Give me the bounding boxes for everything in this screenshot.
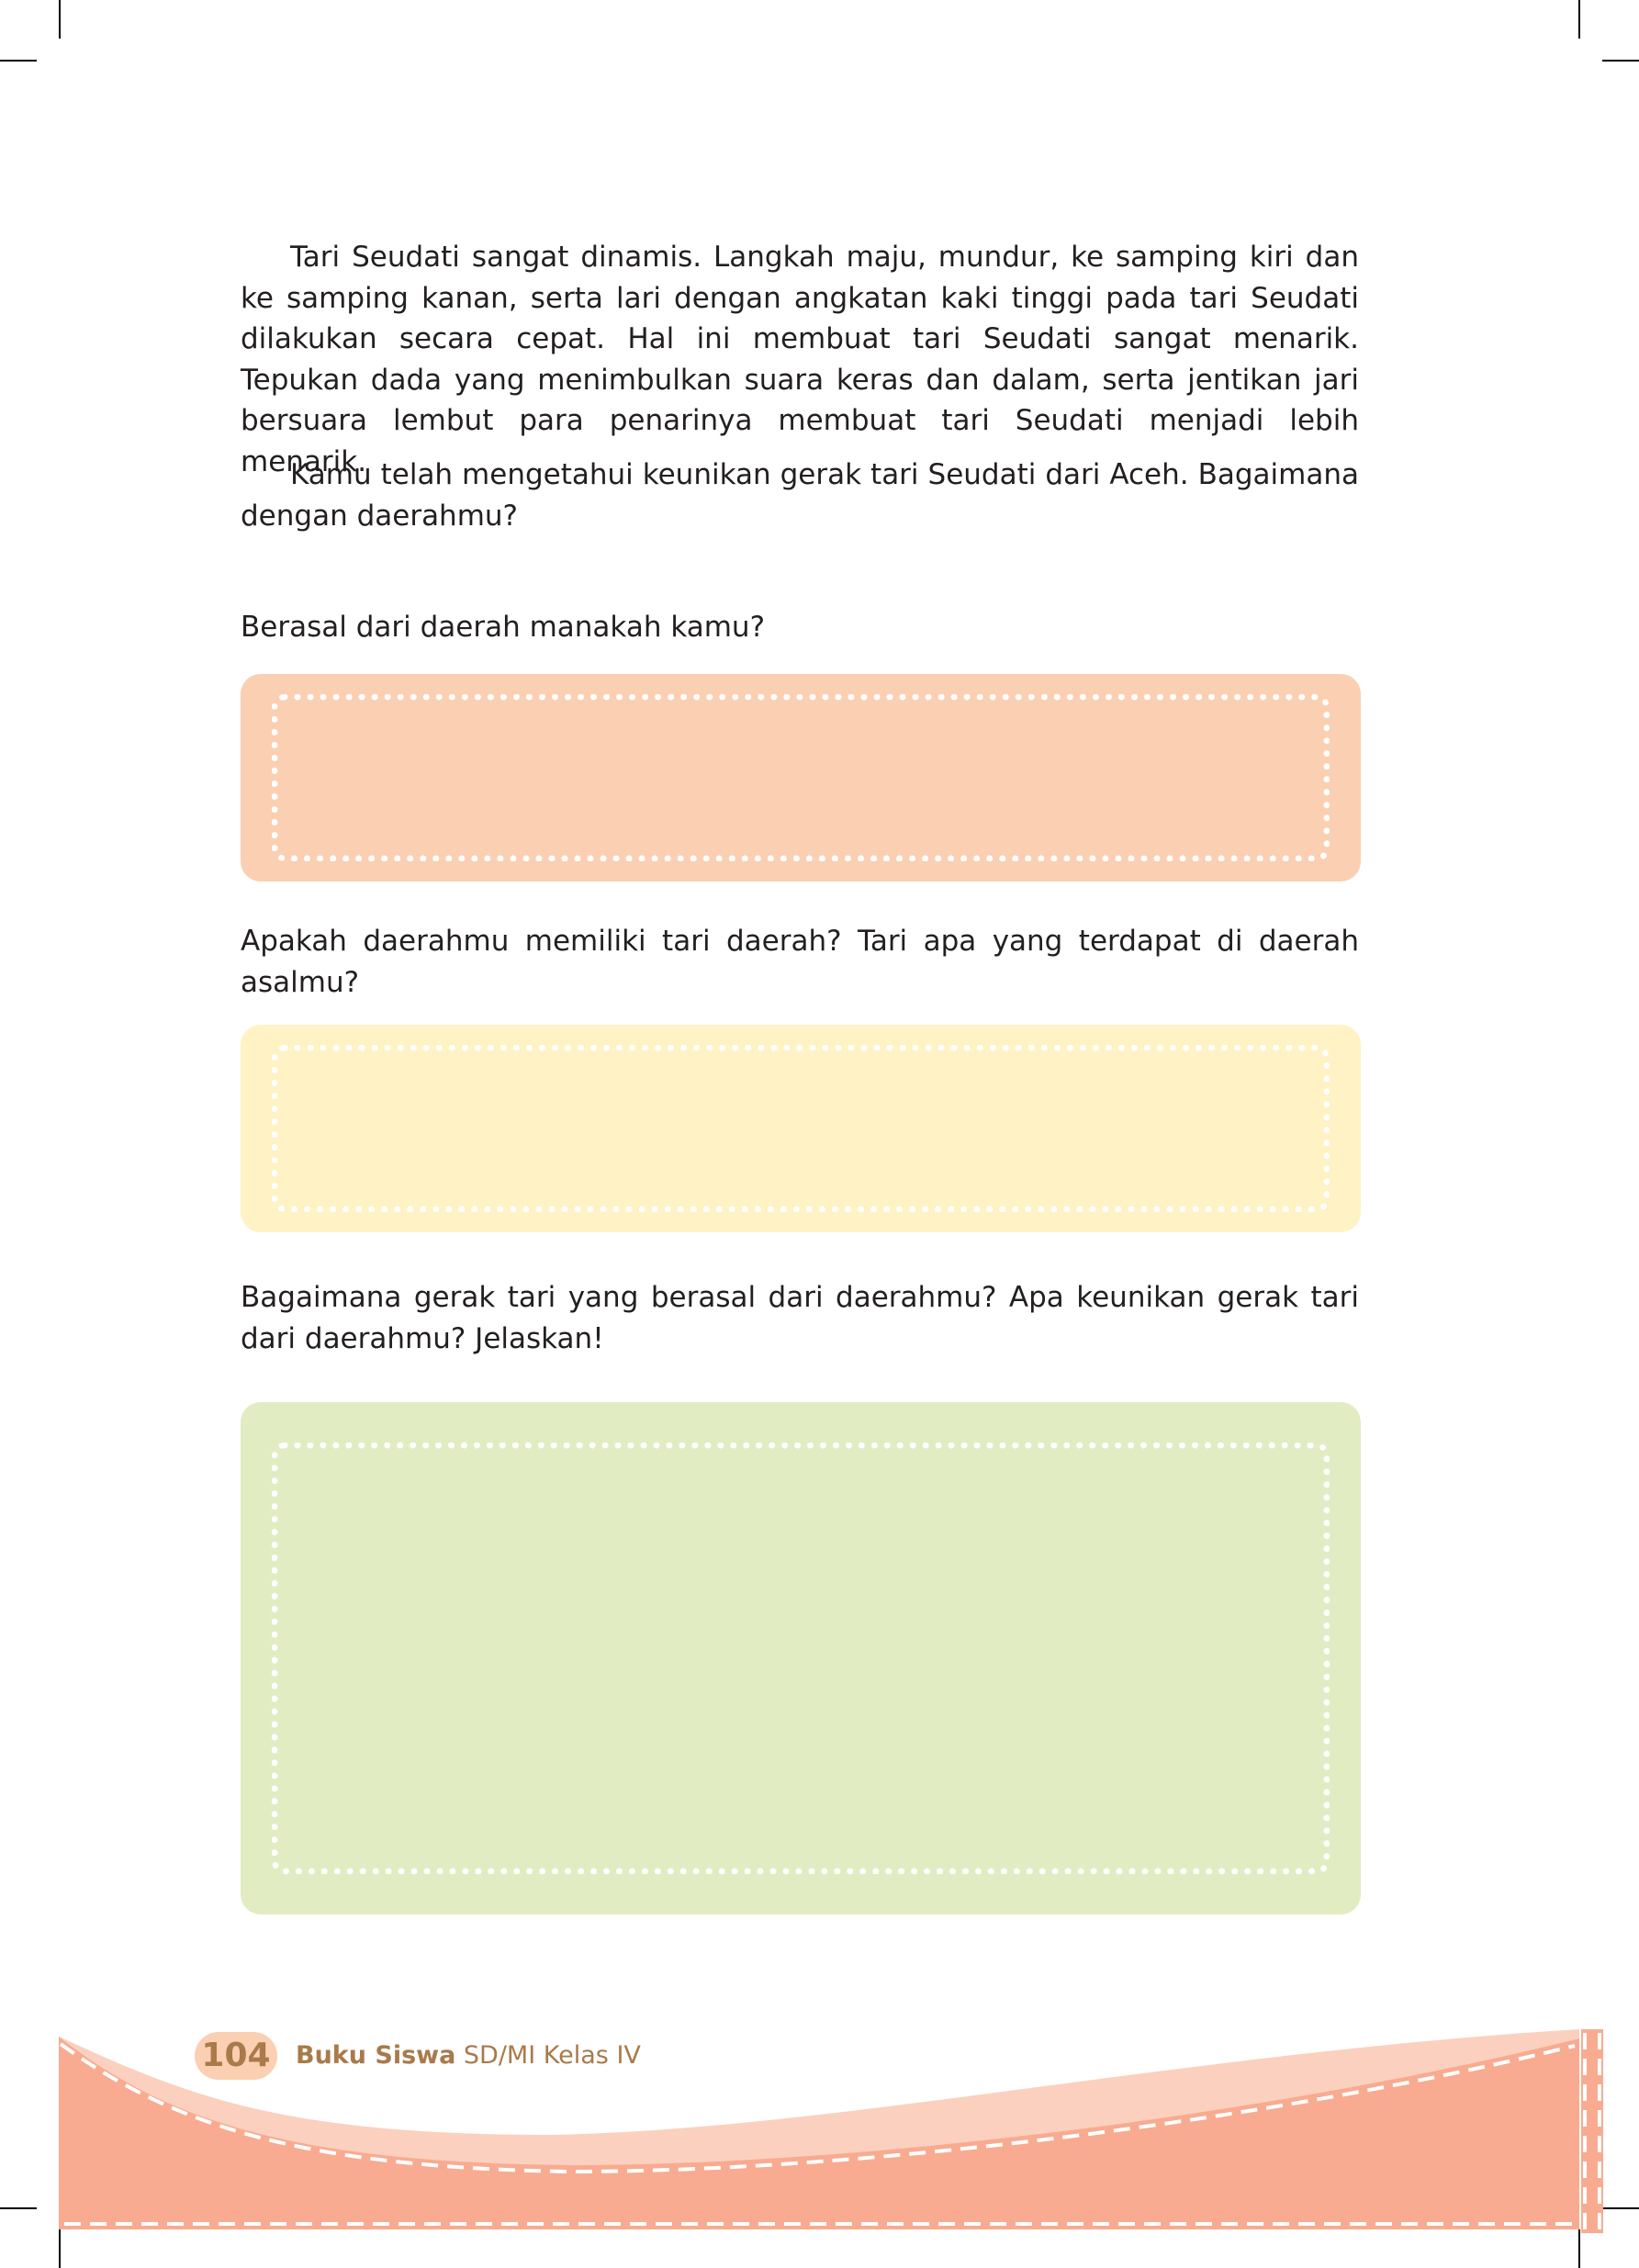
question-text: Bagaimana gerak tari yang berasal dari d… xyxy=(241,1281,1359,1355)
crop-mark xyxy=(59,0,61,39)
dotted-border xyxy=(272,1045,1330,1212)
dotted-border xyxy=(272,1443,1330,1874)
dotted-border xyxy=(272,694,1330,861)
question-text: Apakah daerahmu memiliki tari daerah? Ta… xyxy=(241,925,1359,999)
page-number: 104 xyxy=(195,2032,277,2080)
book-title: Buku Siswa SD/MI Kelas IV xyxy=(296,2032,641,2080)
answer-box[interactable] xyxy=(241,1402,1361,1914)
answer-box[interactable] xyxy=(241,1025,1361,1232)
question-text: Berasal dari daerah manakah kamu? xyxy=(241,611,766,644)
body-paragraph: Tari Seudati sangat dinamis. Langkah maj… xyxy=(241,241,1359,478)
book-title-bold: Buku Siswa xyxy=(296,2041,456,2070)
crop-mark xyxy=(0,60,37,62)
answer-box[interactable] xyxy=(241,674,1361,881)
crop-mark xyxy=(1578,0,1580,39)
book-title-rest: SD/MI Kelas IV xyxy=(455,2041,641,2070)
footer-wave-decoration xyxy=(59,2029,1603,2233)
body-paragraph: Kamu telah mengetahui keunikan gerak tar… xyxy=(241,458,1359,533)
crop-mark xyxy=(1602,60,1639,62)
